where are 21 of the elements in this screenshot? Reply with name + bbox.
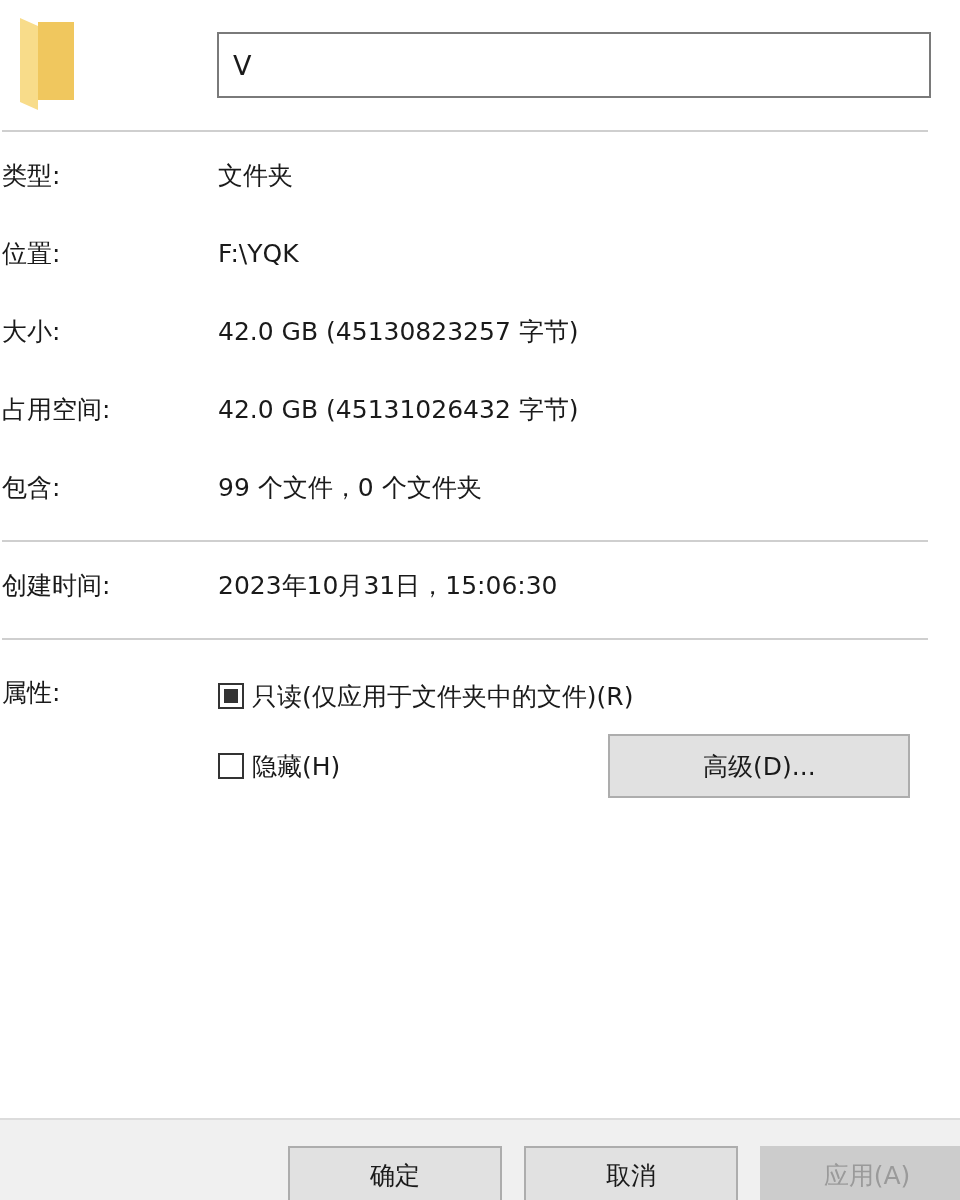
property-label: 创建时间: <box>1 569 112 602</box>
name-field[interactable]: V <box>217 32 931 98</box>
property-value: F:\YQK <box>218 238 299 268</box>
checkbox-label: 只读(仅应用于文件夹中的文件)(R) <box>252 680 634 713</box>
property-value: 42.0 GB (45130823257 字节) <box>218 315 579 348</box>
property-label: 类型: <box>1 159 62 192</box>
dialog-button[interactable]: 确定 <box>288 1146 502 1200</box>
property-value: 2023年10月31日，15:06:30 <box>218 569 558 602</box>
dialog-button[interactable]: 取消 <box>524 1146 738 1200</box>
property-label: 占用空间: <box>1 393 112 426</box>
checkbox[interactable] <box>218 683 244 709</box>
property-label: 包含: <box>1 471 62 504</box>
property-label: 属性: <box>1 677 62 709</box>
property-label: 位置: <box>1 237 62 270</box>
property-value: 99 个文件，0 个文件夹 <box>218 471 482 504</box>
checkbox-label: 隐藏(H) <box>252 750 341 783</box>
property-value: 文件夹 <box>218 159 293 192</box>
checkbox[interactable] <box>218 753 244 779</box>
advanced-button[interactable]: 高级(D)... <box>608 734 911 798</box>
property-value: 42.0 GB (45131026432 字节) <box>218 393 579 426</box>
property-label: 大小: <box>1 315 62 348</box>
